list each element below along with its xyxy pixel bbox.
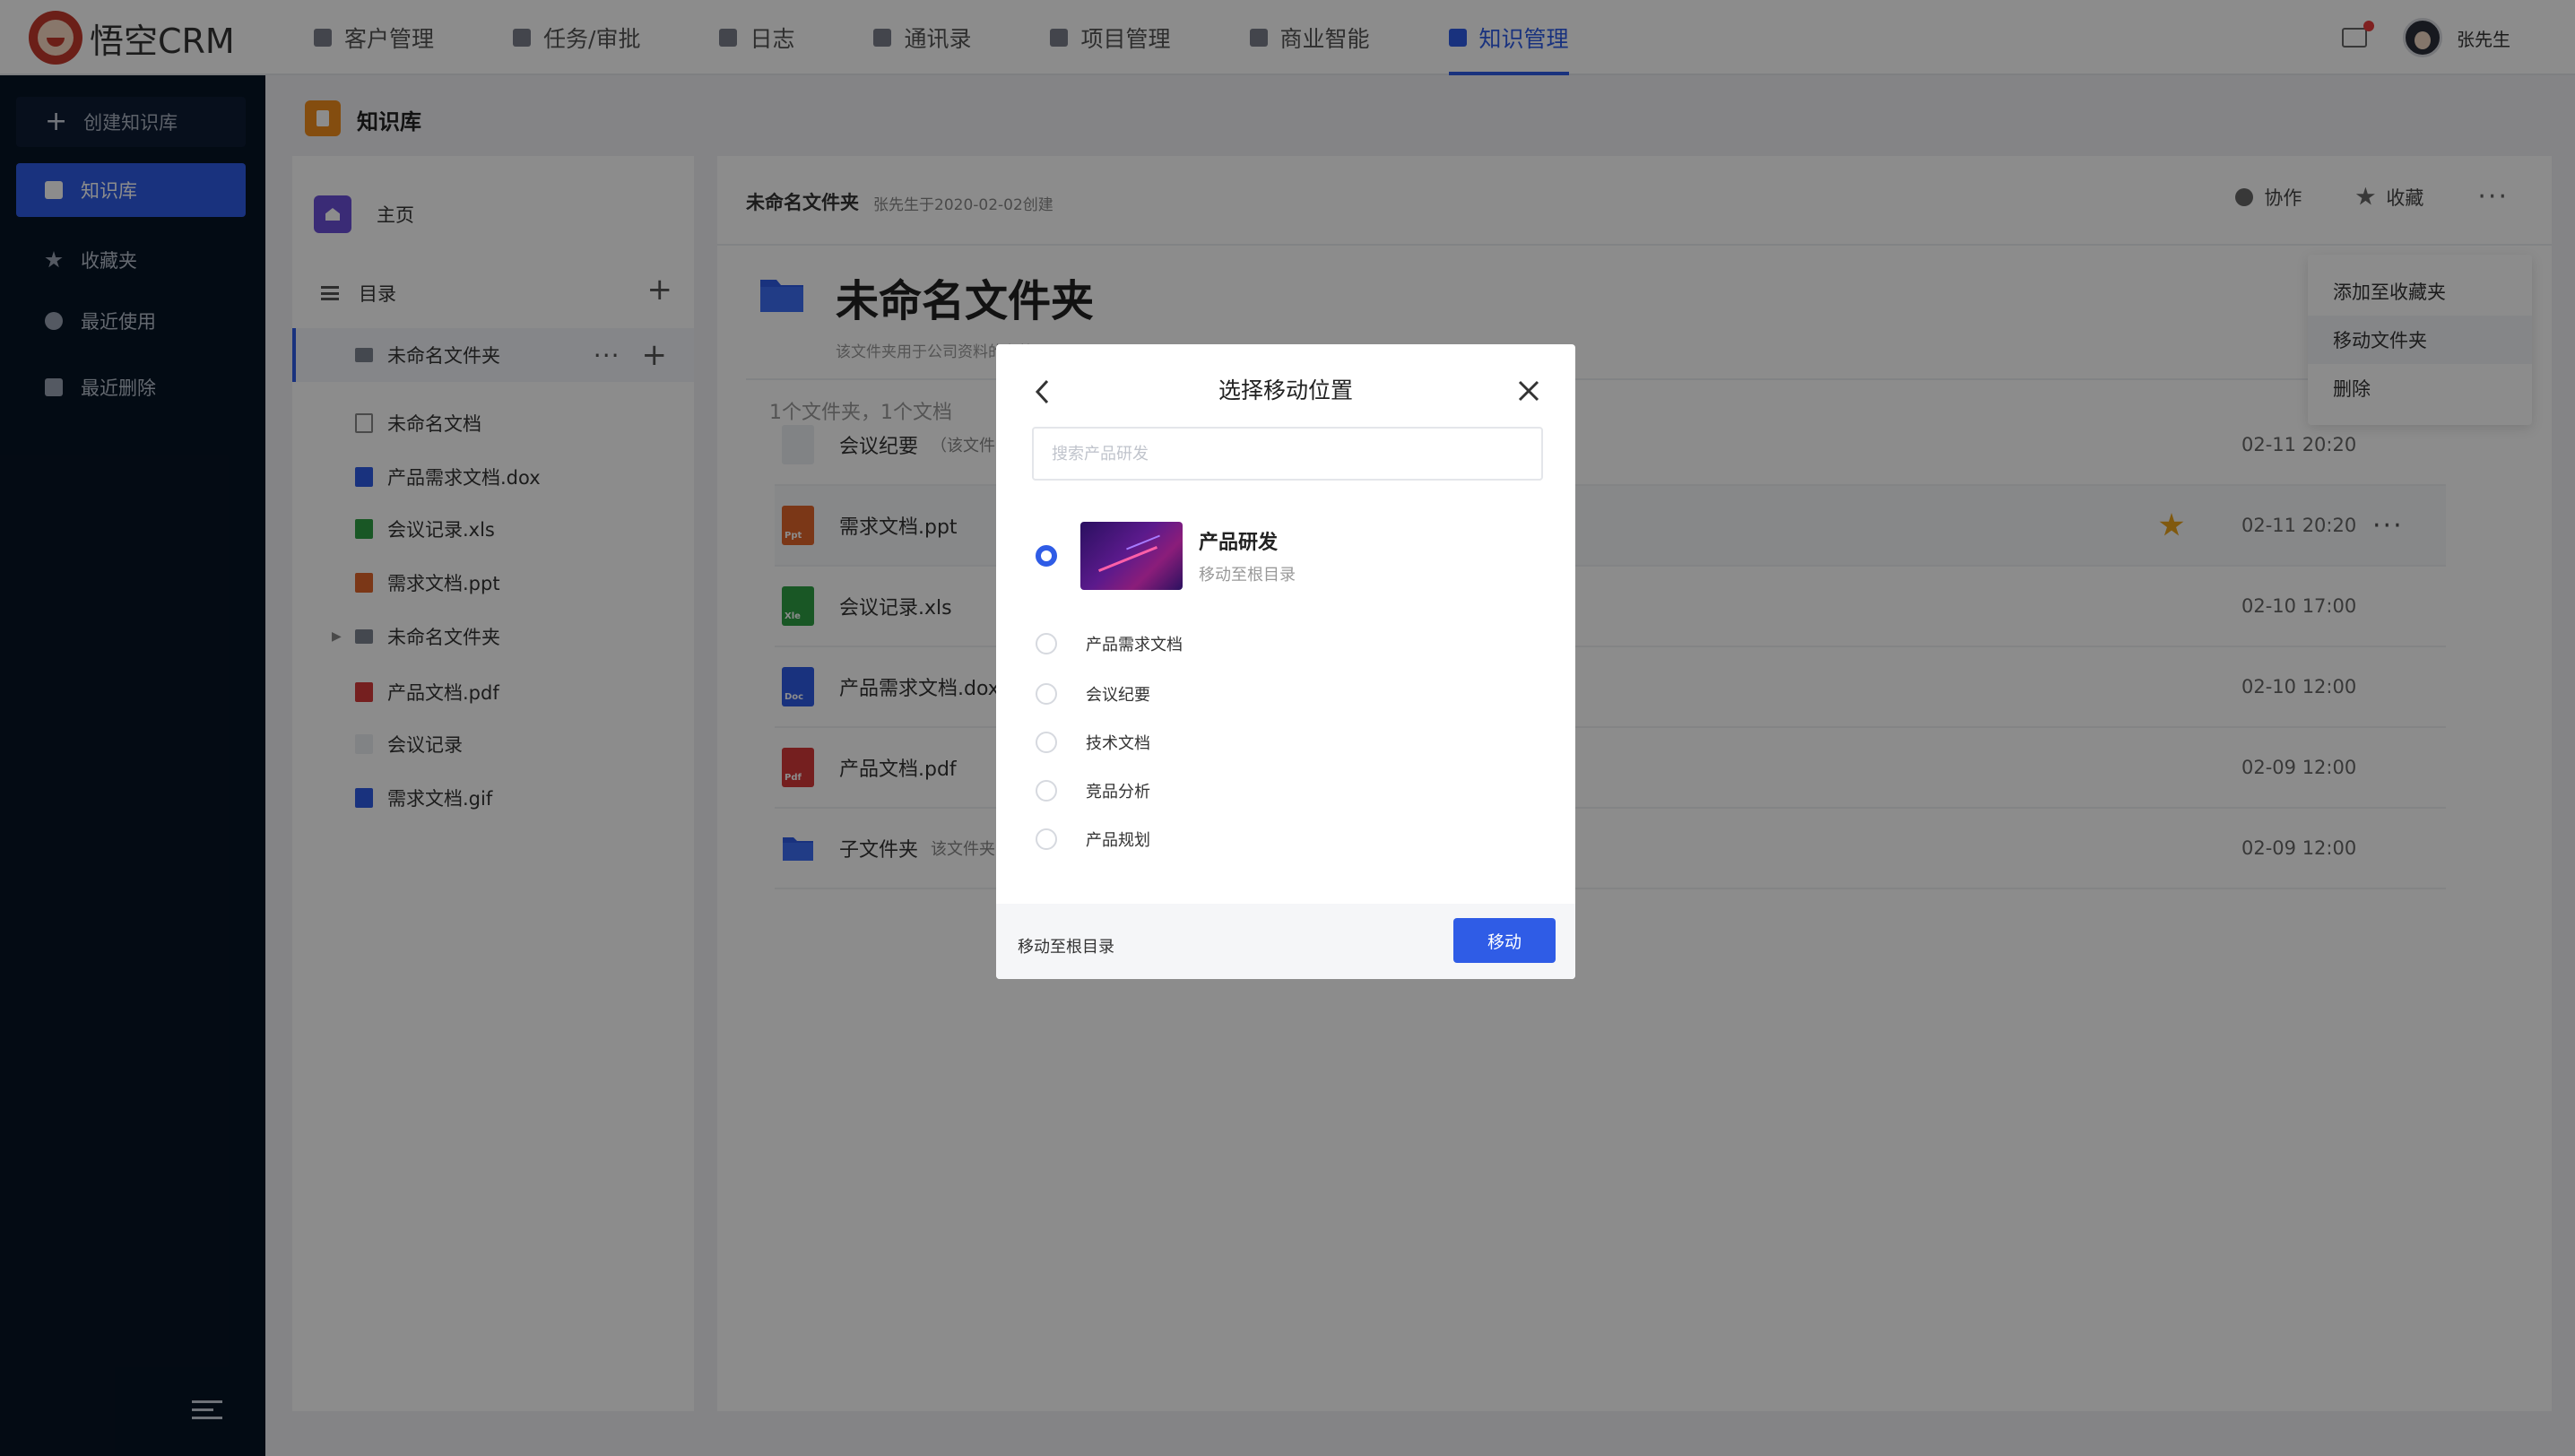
radio[interactable] [1036, 828, 1057, 850]
radio[interactable] [1036, 732, 1057, 753]
move-button[interactable]: 移动 [1453, 918, 1556, 963]
dialog-footer: 移动至根目录 移动 [996, 904, 1575, 979]
radio[interactable] [1036, 780, 1057, 802]
dialog-title: 选择移动位置 [1218, 377, 1353, 403]
option-item[interactable]: 产品规划 [1036, 821, 1484, 857]
option-item[interactable]: 竞品分析 [1036, 773, 1484, 809]
radio[interactable] [1036, 683, 1057, 705]
option-item[interactable]: 技术文档 [1036, 724, 1484, 760]
move-to-root-link[interactable]: 移动至根目录 [1018, 934, 1114, 958]
radio[interactable] [1036, 633, 1057, 654]
option-item[interactable]: 会议纪要 [1036, 676, 1484, 712]
move-location-dialog: 选择移动位置 产品研发 移动至根目录 产品需求文档 会议纪要 技术文档 竞品分析… [996, 344, 1575, 979]
close-icon[interactable] [1516, 378, 1541, 403]
option-item[interactable]: 产品需求文档 [1036, 626, 1484, 662]
cover-image [1080, 522, 1183, 590]
search-input[interactable] [1032, 427, 1543, 481]
radio-selected[interactable] [1036, 545, 1057, 567]
option-product-rd[interactable]: 产品研发 移动至根目录 [1036, 520, 1538, 592]
